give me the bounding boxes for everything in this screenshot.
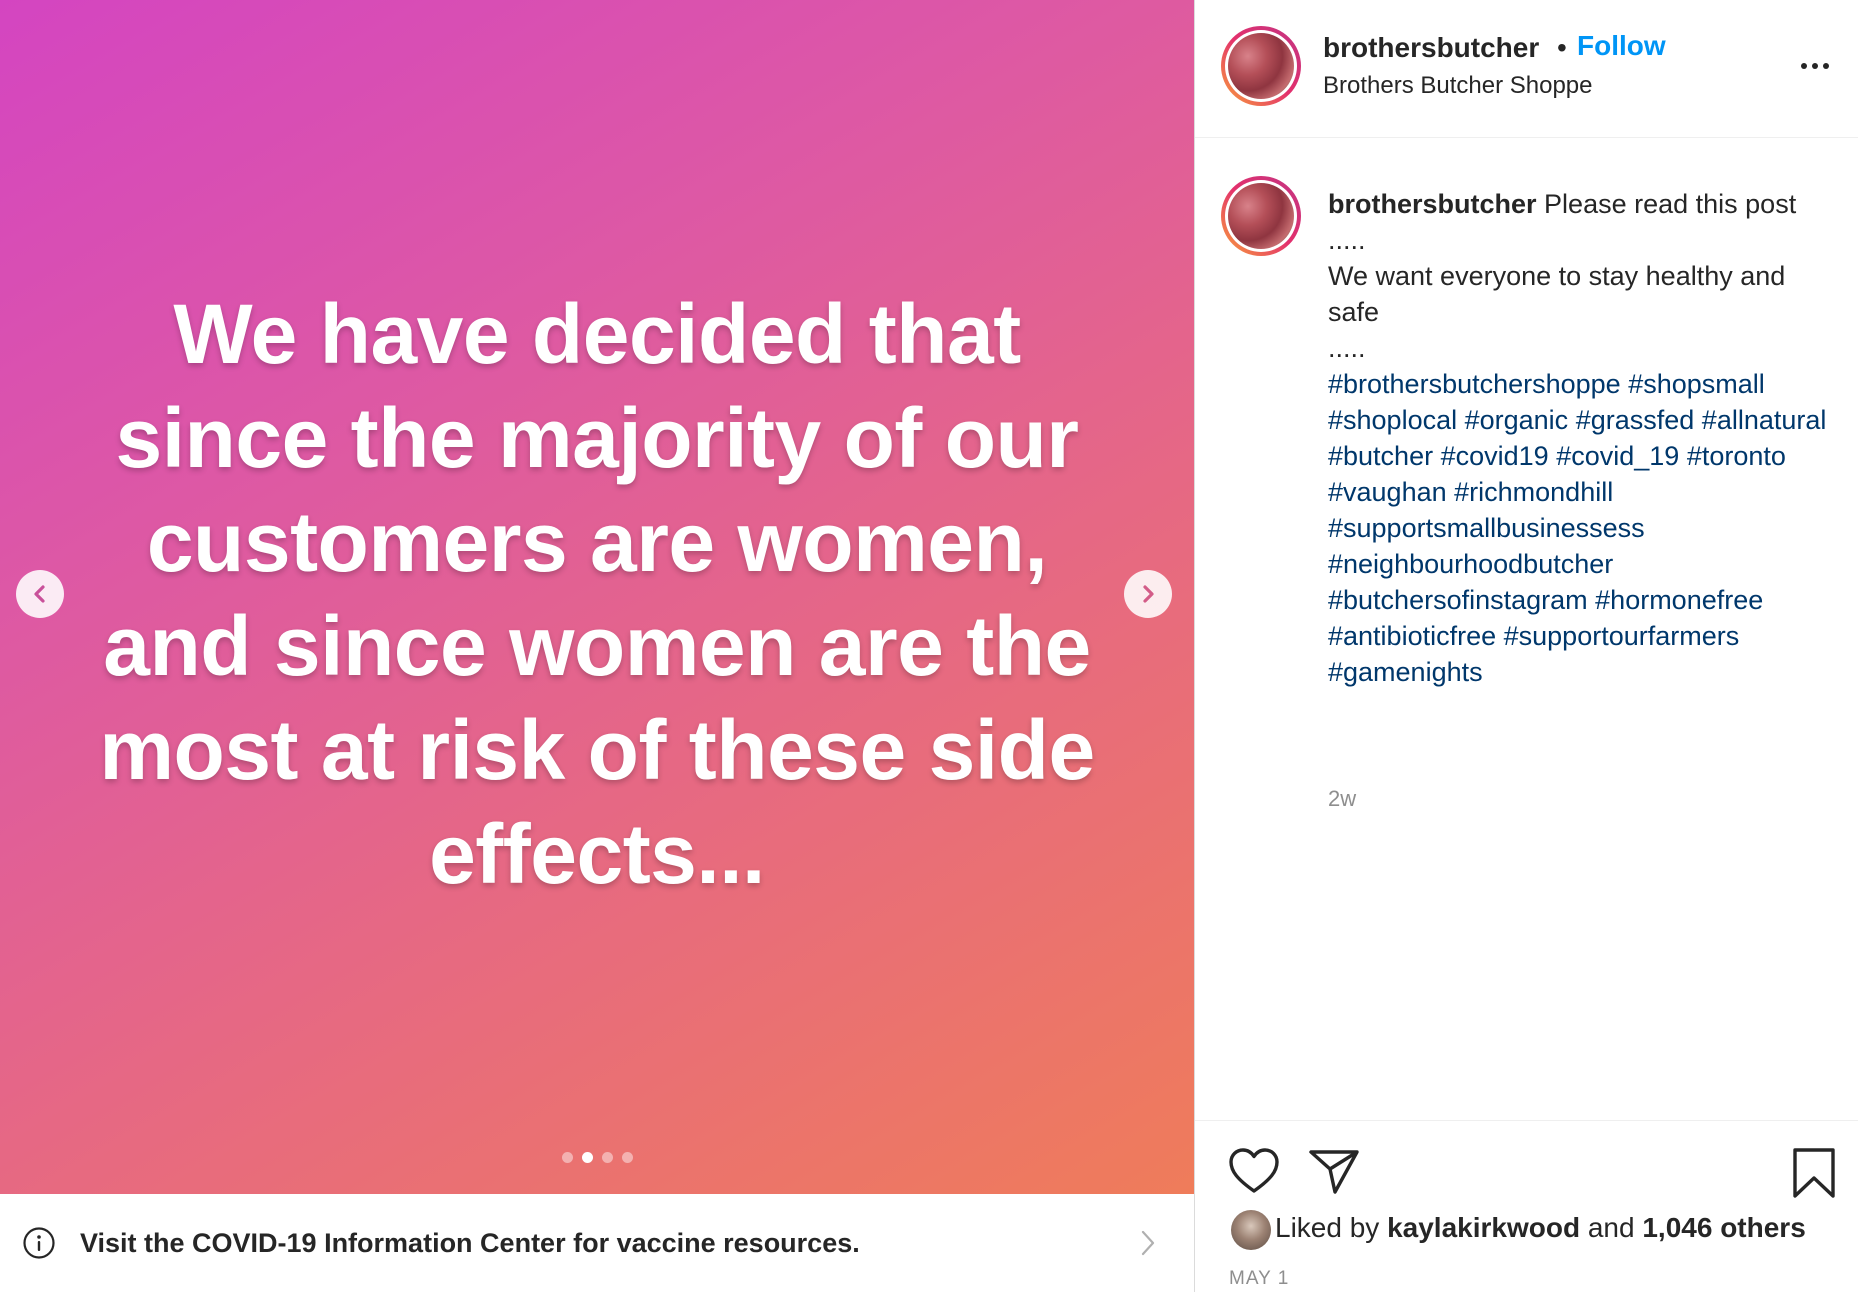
likes-summary[interactable]: Liked by kaylakirkwood and 1,046 others xyxy=(1275,1212,1806,1244)
caption-text: Please read this post xyxy=(1544,189,1797,219)
bookmark-icon[interactable] xyxy=(1791,1146,1837,1200)
chevron-left-icon xyxy=(34,585,45,603)
username-link[interactable]: brothersbutcher xyxy=(1323,32,1539,64)
caption-text: We want everyone to stay healthy and saf… xyxy=(1328,261,1786,327)
chevron-right-icon xyxy=(1143,585,1154,603)
hashtag-link[interactable]: #richmondhill xyxy=(1454,477,1613,507)
location-link[interactable]: Brothers Butcher Shoppe xyxy=(1323,72,1593,100)
info-icon xyxy=(23,1227,55,1259)
post-age[interactable]: 2w xyxy=(1328,786,1356,812)
hashtag-link[interactable]: #allnatural xyxy=(1702,405,1827,435)
covid-banner-text: Visit the COVID-19 Information Center fo… xyxy=(80,1227,860,1258)
likes-prefix: Liked by xyxy=(1275,1212,1380,1243)
likes-others-count[interactable]: 1,046 others xyxy=(1642,1212,1805,1243)
slide-dot xyxy=(601,1152,613,1163)
likes-middle: and xyxy=(1587,1212,1635,1243)
liker-avatar[interactable] xyxy=(1231,1210,1271,1250)
hashtag-link[interactable]: #vaughan xyxy=(1328,477,1447,507)
follow-button[interactable]: Follow xyxy=(1577,30,1666,62)
post-header: brothersbutcher • Follow Brothers Butche… xyxy=(1195,0,1858,138)
share-icon[interactable] xyxy=(1307,1146,1361,1196)
hashtag-link[interactable]: #supportsmallbusinessess xyxy=(1328,513,1645,543)
next-slide-button[interactable] xyxy=(1124,570,1172,618)
post-date: MAY 1 xyxy=(1229,1268,1290,1289)
separator-dot: • xyxy=(1557,32,1567,63)
hashtag-link[interactable]: #shopsmall xyxy=(1628,369,1765,399)
hashtag-link[interactable]: #covid19 xyxy=(1441,441,1549,471)
hashtag-link[interactable]: #brothersbutchershoppe xyxy=(1328,369,1621,399)
divider xyxy=(1195,1120,1858,1121)
post-caption: brothersbutcher Please read this post ..… xyxy=(1328,186,1828,690)
hashtag-link[interactable]: #shoplocal xyxy=(1328,405,1457,435)
hashtag-link[interactable]: #antibioticfree xyxy=(1328,621,1496,651)
post-image-text: We have decided that since the majority … xyxy=(99,287,1095,901)
hashtag-link[interactable]: #covid_19 xyxy=(1556,441,1679,471)
caption-username[interactable]: brothersbutcher xyxy=(1328,189,1537,219)
liker-username[interactable]: kaylakirkwood xyxy=(1387,1212,1580,1243)
hashtag-link[interactable]: #hormonefree xyxy=(1595,585,1763,615)
slide-dot xyxy=(561,1152,573,1163)
caption-divider: ..... xyxy=(1328,333,1366,363)
profile-picture xyxy=(1228,183,1294,249)
slide-dot xyxy=(581,1152,593,1163)
hashtag-link[interactable]: #organic xyxy=(1465,405,1569,435)
caption-avatar[interactable] xyxy=(1221,176,1301,256)
slide-dot xyxy=(621,1152,633,1163)
post-details-panel: brothersbutcher • Follow Brothers Butche… xyxy=(1194,0,1858,1292)
avatar[interactable] xyxy=(1221,26,1301,106)
hashtag-link[interactable]: #neighbourhoodbutcher xyxy=(1328,549,1613,579)
covid-info-banner[interactable]: Visit the COVID-19 Information Center fo… xyxy=(0,1194,1194,1292)
hashtag-list: #brothersbutchershoppe #shopsmall #shopl… xyxy=(1328,366,1828,690)
caption-divider: ..... xyxy=(1328,225,1366,255)
more-options-icon[interactable] xyxy=(1801,52,1841,80)
hashtag-link[interactable]: #grassfed xyxy=(1576,405,1695,435)
hashtag-link[interactable]: #toronto xyxy=(1687,441,1786,471)
hashtag-link[interactable]: #butchersofinstagram xyxy=(1328,585,1588,615)
slide-indicator xyxy=(0,1152,1194,1163)
hashtag-link[interactable]: #supportourfarmers xyxy=(1504,621,1740,651)
heart-icon[interactable] xyxy=(1227,1146,1281,1196)
post-media[interactable]: We have decided that since the majority … xyxy=(0,0,1194,1194)
chevron-right-icon xyxy=(1141,1230,1155,1256)
previous-slide-button[interactable] xyxy=(16,570,64,618)
hashtag-link[interactable]: #gamenights xyxy=(1328,657,1483,687)
hashtag-link[interactable]: #butcher xyxy=(1328,441,1433,471)
profile-picture xyxy=(1228,33,1294,99)
